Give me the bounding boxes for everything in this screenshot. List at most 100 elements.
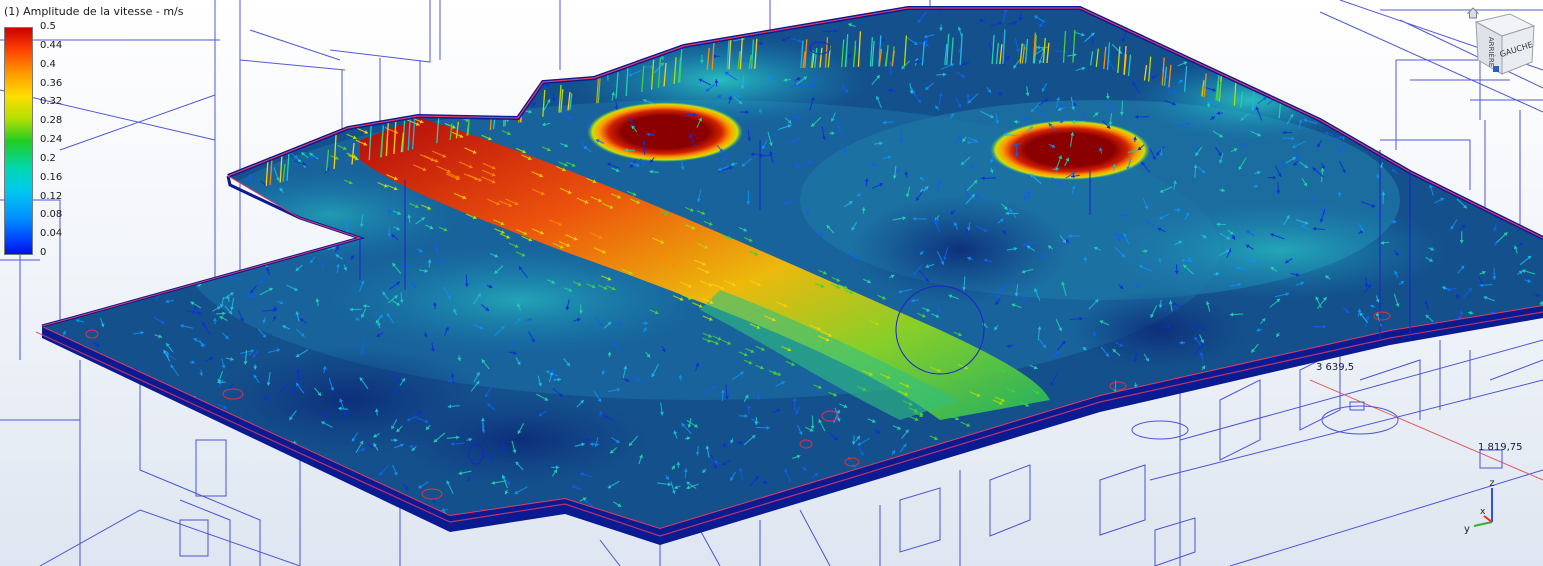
velocity-arrow bbox=[1310, 58, 1320, 68]
velocity-arrow-head bbox=[1479, 166, 1484, 170]
velocity-arrow bbox=[516, 25, 524, 39]
velocity-arrow-head bbox=[1324, 39, 1328, 43]
velocity-arrow-head bbox=[135, 491, 139, 495]
velocity-arrow-head bbox=[476, 107, 481, 111]
velocity-arrow-head bbox=[1503, 135, 1508, 139]
velocity-arrow-head bbox=[248, 197, 253, 201]
velocity-arrow-head bbox=[52, 350, 56, 355]
velocity-arrow-head bbox=[1155, 496, 1160, 500]
velocity-arrow-head bbox=[225, 264, 230, 268]
velocity-arrow-head bbox=[409, 76, 414, 81]
velocity-arrow-head bbox=[156, 486, 161, 491]
velocity-arrow-head bbox=[231, 151, 235, 155]
velocity-arrow bbox=[454, 101, 464, 107]
velocity-arrow bbox=[1413, 70, 1425, 76]
velocity-arrow-head bbox=[64, 372, 69, 377]
velocity-arrow-head bbox=[1185, 501, 1190, 505]
velocity-arrow bbox=[189, 245, 196, 250]
velocity-arrow bbox=[168, 55, 179, 61]
velocity-arrow-head bbox=[467, 8, 472, 9]
velocity-arrow bbox=[1498, 178, 1505, 182]
velocity-arrow bbox=[134, 289, 143, 292]
velocity-arrow-head bbox=[1362, 360, 1367, 365]
velocity-arrow bbox=[1295, 400, 1307, 403]
velocity-arrow bbox=[1464, 338, 1476, 349]
velocity-arrow-head bbox=[1499, 139, 1504, 144]
velocity-arrow bbox=[69, 369, 78, 373]
velocity-arrow-head bbox=[320, 236, 324, 240]
velocity-arrow-head bbox=[263, 107, 268, 111]
velocity-arrow-head bbox=[930, 473, 935, 478]
view-cube[interactable]: ARRIÈRE GAUCHE bbox=[1462, 4, 1540, 80]
velocity-arrow-head bbox=[348, 44, 353, 48]
velocity-arrow bbox=[405, 75, 414, 81]
velocity-arrow bbox=[557, 14, 565, 19]
velocity-arrow-head bbox=[1121, 505, 1126, 509]
velocity-arrow-head bbox=[1357, 92, 1362, 96]
velocity-arrow-head bbox=[634, 18, 639, 23]
velocity-arrow-head bbox=[1417, 495, 1422, 499]
cfd-velocity-scene[interactable] bbox=[0, 0, 1543, 566]
velocity-arrow bbox=[1436, 18, 1442, 21]
velocity-arrow bbox=[267, 21, 272, 33]
velocity-arrow bbox=[1357, 54, 1366, 63]
velocity-arrow-head bbox=[1308, 449, 1312, 454]
velocity-arrow bbox=[257, 64, 262, 77]
velocity-arrow-head bbox=[111, 265, 115, 270]
velocity-arrow-head bbox=[168, 55, 173, 60]
velocity-arrow bbox=[103, 494, 111, 502]
viewcube-face-left[interactable]: ARRIÈRE bbox=[1487, 37, 1496, 67]
velocity-arrow bbox=[69, 463, 75, 469]
velocity-arrow-head bbox=[1386, 453, 1391, 458]
velocity-arrow bbox=[203, 475, 212, 484]
velocity-arrow-head bbox=[278, 218, 283, 222]
velocity-arrow-head bbox=[1417, 518, 1422, 522]
velocity-arrow-head bbox=[42, 497, 47, 501]
velocity-arrow bbox=[233, 458, 244, 469]
velocity-arrow bbox=[1421, 89, 1431, 102]
velocity-arrow-head bbox=[900, 504, 904, 509]
velocity-arrow-head bbox=[1398, 435, 1403, 440]
velocity-arrow-head bbox=[448, 48, 453, 52]
velocity-arrow bbox=[155, 458, 165, 465]
velocity-arrow-head bbox=[325, 530, 329, 534]
velocity-arrow-head bbox=[562, 67, 567, 72]
velocity-arrow-head bbox=[1295, 403, 1299, 408]
velocity-arrow bbox=[1465, 437, 1469, 448]
velocity-arrow bbox=[1344, 37, 1353, 43]
velocity-arrow-head bbox=[1355, 87, 1360, 92]
velocity-arrow bbox=[222, 120, 228, 125]
velocity-arrow bbox=[133, 444, 136, 456]
velocity-arrow bbox=[173, 241, 180, 246]
velocity-arrow bbox=[347, 80, 354, 84]
velocity-arrow bbox=[1066, 512, 1074, 517]
velocity-arrow bbox=[339, 105, 348, 111]
velocity-arrow-head bbox=[1357, 371, 1361, 375]
velocity-arrow-head bbox=[275, 29, 280, 33]
velocity-arrow-head bbox=[521, 82, 526, 86]
velocity-arrow bbox=[257, 240, 268, 249]
velocity-arrow-head bbox=[502, 102, 506, 107]
velocity-arrow bbox=[1358, 119, 1368, 126]
velocity-arrow-head bbox=[230, 91, 235, 96]
velocity-arrow-head bbox=[175, 241, 180, 245]
velocity-arrow-head bbox=[42, 437, 46, 441]
velocity-arrow-head bbox=[187, 171, 192, 176]
3d-viewport[interactable]: (1) Amplitude de la vitesse - m/s 0.5 0.4… bbox=[0, 0, 1543, 566]
velocity-arrow-head bbox=[1452, 61, 1456, 65]
velocity-arrow bbox=[1404, 346, 1417, 354]
velocity-arrow bbox=[1255, 480, 1262, 484]
velocity-arrow-head bbox=[817, 529, 821, 532]
velocity-arrow bbox=[218, 99, 229, 105]
velocity-arrow bbox=[999, 477, 1004, 492]
velocity-arrow-head bbox=[310, 232, 315, 236]
velocity-arrow-head bbox=[310, 30, 315, 35]
velocity-arrow-head bbox=[894, 517, 899, 521]
velocity-arrow bbox=[1292, 526, 1296, 528]
velocity-arrow bbox=[350, 108, 361, 115]
velocity-arrow bbox=[1410, 19, 1422, 25]
velocity-arrow bbox=[42, 436, 45, 444]
velocity-arrow bbox=[620, 11, 625, 24]
velocity-arrow bbox=[180, 220, 185, 231]
velocity-arrow bbox=[172, 267, 178, 275]
